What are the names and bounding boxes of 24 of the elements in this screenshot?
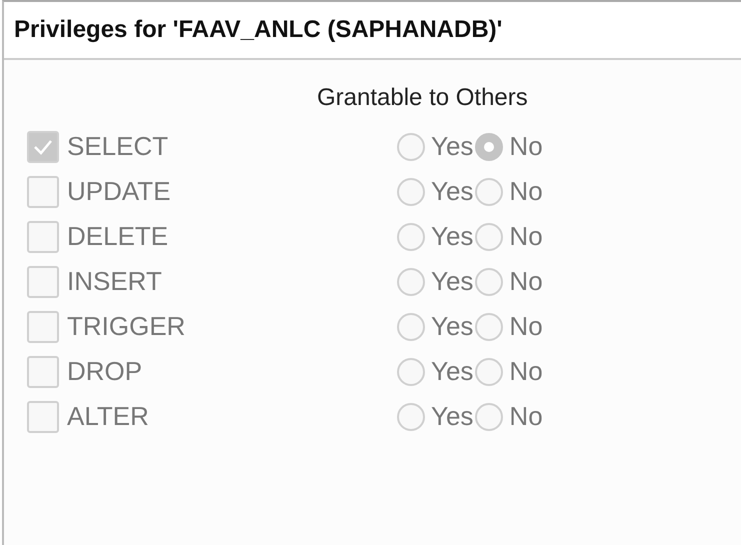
radio-label: Yes	[431, 221, 474, 252]
radio-label: No	[509, 311, 543, 342]
checkmark-icon	[33, 138, 53, 154]
radio-label: Yes	[431, 401, 474, 432]
privilege-label: TRIGGER	[67, 311, 186, 342]
radio-label: No	[509, 131, 543, 162]
radio-label: No	[509, 356, 543, 387]
radio-label: No	[509, 176, 543, 207]
radio-label: No	[509, 266, 543, 297]
window-title: Privileges for 'FAAV_ANLC (SAPHANADB)'	[14, 16, 502, 44]
radio-label: Yes	[431, 266, 474, 297]
radio-label: Yes	[431, 131, 474, 162]
radio-label: Yes	[431, 356, 474, 387]
privilege-label: UPDATE	[67, 176, 172, 207]
privilege-label: INSERT	[67, 266, 163, 297]
column-header: Grantable to Others	[317, 84, 528, 112]
privilege-label: DROP	[67, 356, 144, 387]
radio-label: Yes	[431, 311, 474, 342]
radio-label: No	[509, 221, 543, 252]
privilege-label: DELETE	[67, 221, 170, 252]
radio-label: No	[509, 401, 543, 432]
privilege-label: SELECT	[67, 131, 170, 162]
privilege-label: ALTER	[67, 401, 150, 432]
radio-label: Yes	[431, 176, 474, 207]
